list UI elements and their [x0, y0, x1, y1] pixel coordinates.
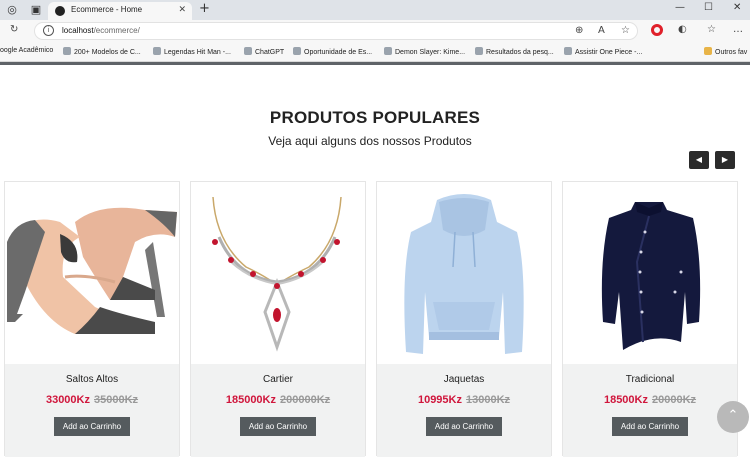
- current-price: 33000Kz: [45, 394, 90, 406]
- product-name: Jaquetas: [443, 374, 485, 385]
- active-tab[interactable]: Ecommerce - Home ✕: [48, 2, 192, 20]
- prev-arrow-icon[interactable]: ◀: [689, 151, 709, 169]
- product-info: Jaquetas 10995Kz 13000Kz Add ao Carrinho: [377, 364, 551, 457]
- product-price: 10995Kz 13000Kz: [377, 394, 551, 406]
- add-to-cart-button[interactable]: Add ao Carrinho: [426, 417, 502, 436]
- bookmark-icon: [475, 47, 483, 55]
- more-icon[interactable]: …: [733, 24, 743, 35]
- product-price: 185000Kz 200000Kz: [191, 394, 365, 406]
- info-icon[interactable]: i: [43, 25, 54, 36]
- bookmark-icon: [244, 47, 252, 55]
- old-price: 200000Kz: [280, 394, 331, 406]
- address-host: localhost: [62, 26, 94, 35]
- opera-icon[interactable]: [651, 24, 663, 36]
- scroll-top-icon[interactable]: ⌃: [717, 401, 749, 433]
- product-price: 18500Kz 20000Kz: [563, 394, 737, 406]
- section-subtitle: Veja aqui alguns dos nossos Produtos: [268, 134, 472, 148]
- reload-icon[interactable]: ↻: [10, 24, 18, 35]
- bookmark-item[interactable]: Resultados da pesq...: [475, 47, 554, 56]
- bookmark-label: Oportunidade de Es...: [304, 49, 373, 56]
- next-arrow-icon[interactable]: ▶: [715, 151, 735, 169]
- address-path: /ecommerce/: [93, 26, 140, 35]
- product-card: Tradicional 18500Kz 20000Kz Add ao Carrin…: [562, 181, 738, 457]
- product-name: Cartier: [262, 374, 293, 385]
- bookmark-item[interactable]: Oportunidade de Es...: [293, 47, 372, 56]
- close-tab-icon[interactable]: ✕: [178, 5, 186, 15]
- page-top-border: [0, 62, 750, 65]
- address-bar[interactable]: i localhost/ecommerce/ ⊕ A ☆: [34, 22, 638, 40]
- bookmark-item[interactable]: Demon Slayer: Kime...: [384, 47, 465, 56]
- bookmark-item[interactable]: 200+ Modelos de C...: [63, 47, 141, 56]
- bookmark-label: oogle Acadêmico: [0, 47, 54, 54]
- tab-favicon-icon: [55, 6, 65, 16]
- tab-title: Ecommerce - Home: [71, 5, 143, 14]
- bookmark-icon: [384, 47, 392, 55]
- bookmark-item[interactable]: Legendas Hit Man -...: [153, 47, 231, 56]
- add-to-cart-button[interactable]: Add ao Carrinho: [612, 417, 688, 436]
- bookmark-icon: [564, 47, 572, 55]
- old-price: 20000Kz: [652, 394, 697, 406]
- old-price: 13000Kz: [466, 394, 511, 406]
- product-price: 33000Kz 35000Kz: [5, 394, 179, 406]
- address-text: localhost/ecommerce/: [62, 26, 140, 35]
- product-image-shirt[interactable]: [563, 182, 737, 364]
- current-price: 10995Kz: [417, 394, 462, 406]
- bookmark-label: 200+ Modelos de C...: [74, 49, 141, 56]
- product-info: Tradicional 18500Kz 20000Kz Add ao Carrin…: [563, 364, 737, 457]
- close-window-icon[interactable]: ✕: [733, 2, 741, 13]
- product-image-necklace[interactable]: [191, 182, 365, 364]
- product-card: Jaquetas 10995Kz 13000Kz Add ao Carrinho: [376, 181, 552, 457]
- browser-nav-bar: ↻ i localhost/ecommerce/ ⊕ A ☆ ◐ ☆ …: [0, 20, 750, 42]
- minimize-icon[interactable]: —: [675, 2, 685, 13]
- new-tab-icon[interactable]: +: [199, 1, 210, 16]
- extensions-icon[interactable]: ◐: [678, 24, 687, 35]
- bookmark-item[interactable]: ChatGPT: [244, 47, 284, 56]
- bookmark-item[interactable]: oogle Acadêmico: [0, 47, 53, 54]
- read-aloud-icon[interactable]: A: [598, 25, 605, 36]
- bookmark-label: Outros fav: [715, 49, 748, 56]
- browser-tab-bar: ◎ ▣ Ecommerce - Home ✕ + — ☐ ✕: [0, 0, 750, 20]
- bookmark-icon: [63, 47, 71, 55]
- collections-icon[interactable]: ☆: [707, 24, 716, 35]
- folder-icon: [704, 47, 712, 55]
- product-info: Cartier 185000Kz 200000Kz Add ao Carrinho: [191, 364, 365, 457]
- bookmark-label: Resultados da pesq...: [486, 49, 554, 56]
- tab-actions-icon[interactable]: ▣: [29, 3, 43, 17]
- old-price: 35000Kz: [94, 394, 139, 406]
- bookmark-label: Legendas Hit Man -...: [164, 49, 231, 56]
- section-title: PRODUTOS POPULARES: [269, 108, 481, 127]
- add-to-cart-button[interactable]: Add ao Carrinho: [240, 417, 316, 436]
- add-to-cart-button[interactable]: Add ao Carrinho: [54, 417, 130, 436]
- bookmark-icon: [293, 47, 301, 55]
- favorite-icon[interactable]: ☆: [621, 25, 630, 36]
- bookmark-label: Demon Slayer: Kime...: [395, 49, 466, 56]
- bookmarks-bar: oogle Acadêmico 200+ Modelos de C... Leg…: [0, 42, 750, 62]
- bookmark-label: Assistir One Piece -...: [575, 49, 643, 56]
- product-name: Saltos Altos: [65, 374, 119, 385]
- current-price: 185000Kz: [225, 394, 276, 406]
- product-image-hoodie[interactable]: [377, 182, 551, 364]
- product-card: Cartier 185000Kz 200000Kz Add ao Carrinho: [190, 181, 366, 457]
- current-price: 18500Kz: [603, 394, 648, 406]
- product-image-heels[interactable]: [5, 182, 179, 364]
- bookmark-folder[interactable]: Outros fav: [704, 47, 747, 56]
- product-card: Saltos Altos 33000Kz 35000Kz Add ao Carri…: [4, 181, 180, 457]
- profile-icon[interactable]: ◎: [5, 3, 19, 17]
- bookmark-label: ChatGPT: [255, 49, 285, 56]
- maximize-icon[interactable]: ☐: [704, 2, 713, 13]
- bookmark-icon: [153, 47, 161, 55]
- zoom-icon[interactable]: ⊕: [575, 25, 583, 36]
- product-name: Tradicional: [625, 374, 675, 385]
- bookmark-item[interactable]: Assistir One Piece -...: [564, 47, 642, 56]
- product-info: Saltos Altos 33000Kz 35000Kz Add ao Carri…: [5, 364, 179, 457]
